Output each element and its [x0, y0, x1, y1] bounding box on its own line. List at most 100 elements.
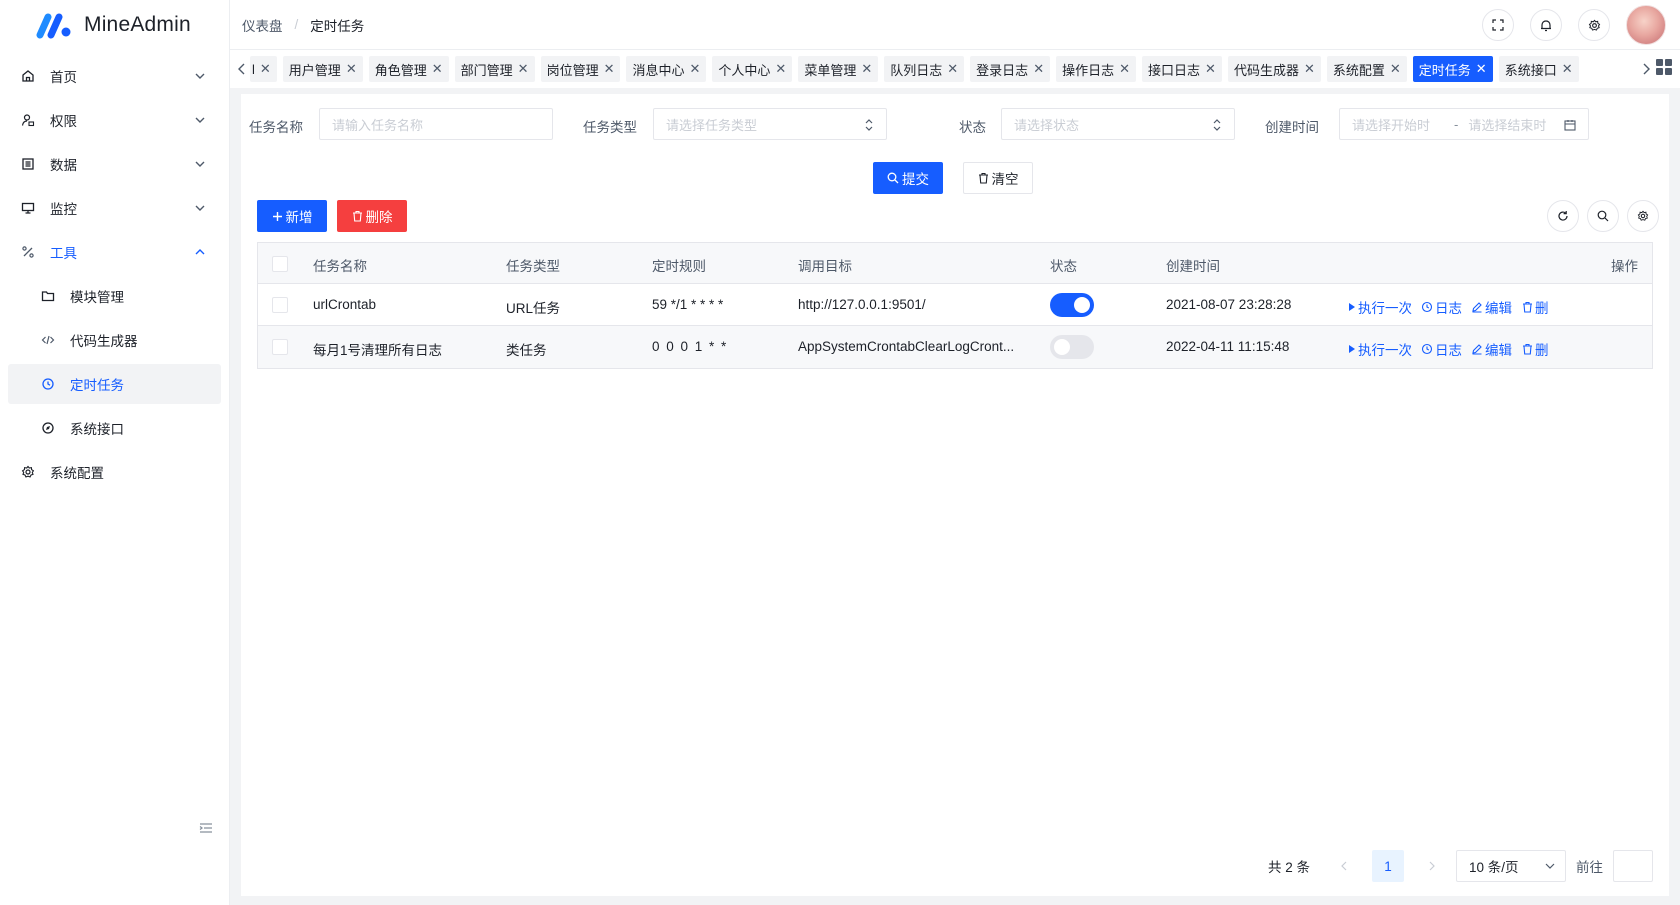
tabs-scroll-left-button[interactable]	[234, 56, 250, 82]
edit-label: 编辑	[1485, 301, 1512, 316]
tab-personal-center[interactable]: 个人中心 ✕	[712, 56, 793, 82]
sidebar-item-monitor[interactable]: 监控	[8, 188, 221, 228]
table-row: 每月1号清理所有日志 类任务 0 0 0 1 * * AppSystemCron…	[258, 326, 1652, 368]
sidebar-item-code-generator[interactable]: 代码生成器	[8, 320, 221, 360]
cell-rule: 0 0 0 1 * *	[652, 339, 728, 354]
toggle-search-button[interactable]	[1587, 200, 1619, 232]
edit-button[interactable]: 编辑	[1471, 297, 1512, 317]
page-size-select[interactable]: 10 条/页	[1456, 850, 1566, 882]
task-type-select[interactable]: 请选择任务类型	[653, 108, 887, 140]
page-number-1[interactable]: 1	[1372, 850, 1404, 882]
tab-menu-manage[interactable]: 菜单管理 ✕	[798, 56, 879, 82]
sidebar-item-home[interactable]: 首页	[8, 56, 221, 96]
column-header-target[interactable]: 调用目标	[798, 255, 852, 275]
status-switch[interactable]	[1050, 335, 1094, 359]
collapse-sidebar-icon[interactable]	[198, 821, 214, 835]
select-all-checkbox[interactable]	[272, 256, 288, 272]
tab-role-manage[interactable]: 角色管理 ✕	[368, 56, 449, 82]
logo[interactable]: MineAdmin	[0, 0, 229, 50]
add-label: 新增	[285, 210, 313, 225]
run-once-button[interactable]: 执行一次	[1348, 339, 1412, 359]
close-icon[interactable]: ✕	[346, 61, 357, 77]
run-once-button[interactable]: 执行一次	[1348, 297, 1412, 317]
chevron-right-icon	[1429, 861, 1435, 871]
close-icon[interactable]: ✕	[518, 61, 529, 77]
home-icon	[20, 68, 36, 84]
close-icon[interactable]: ✕	[1119, 61, 1130, 77]
prev-page-button[interactable]	[1328, 850, 1360, 882]
status-label: 状态	[959, 120, 986, 135]
close-icon[interactable]: ✕	[861, 61, 872, 77]
sidebar-item-module-manage[interactable]: 模块管理	[8, 276, 221, 316]
column-header-name[interactable]: 任务名称	[313, 255, 367, 275]
sidebar-item-data[interactable]: 数据	[8, 144, 221, 184]
log-button[interactable]: 日志	[1421, 297, 1462, 317]
tab-system-config[interactable]: 系统配置 ✕	[1326, 56, 1407, 82]
column-header-created[interactable]: 创建时间	[1166, 255, 1220, 275]
close-icon[interactable]: ✕	[1205, 61, 1216, 77]
breadcrumb-root[interactable]: 仪表盘	[242, 15, 283, 35]
tab-api-log[interactable]: 接口日志 ✕	[1142, 56, 1222, 82]
tabs-scroll-right-button[interactable]	[1638, 56, 1654, 82]
edit-label: 编辑	[1485, 343, 1512, 358]
tab-login-log[interactable]: 登录日志 ✕	[970, 56, 1051, 82]
sidebar-item-crontab[interactable]: 定时任务	[8, 364, 221, 404]
close-icon[interactable]: ✕	[775, 61, 786, 77]
tab-code-generator[interactable]: 代码生成器 ✕	[1227, 56, 1321, 82]
settings-button[interactable]	[1578, 9, 1610, 41]
bell-icon	[1541, 19, 1551, 31]
add-button[interactable]: 新增	[257, 200, 327, 232]
tab-oper-log[interactable]: 操作日志 ✕	[1056, 56, 1137, 82]
close-icon[interactable]: ✕	[1562, 61, 1573, 77]
close-icon[interactable]: ✕	[1304, 61, 1315, 77]
column-header-status[interactable]: 状态	[1050, 255, 1077, 275]
fullscreen-button[interactable]	[1482, 9, 1514, 41]
delete-button[interactable]: 删除	[337, 200, 407, 232]
delete-label: 删除	[365, 210, 393, 225]
trash-icon	[352, 210, 362, 222]
close-icon[interactable]: ✕	[432, 61, 443, 77]
status-select[interactable]: 请选择状态	[1001, 108, 1235, 140]
column-header-type[interactable]: 任务类型	[506, 255, 560, 275]
sidebar-item-system-config[interactable]: 系统配置	[8, 452, 221, 492]
tab-dept-manage[interactable]: 部门管理 ✕	[454, 56, 535, 82]
edit-button[interactable]: 编辑	[1471, 339, 1512, 359]
next-page-button[interactable]	[1416, 850, 1448, 882]
log-button[interactable]: 日志	[1421, 339, 1462, 359]
status-switch[interactable]	[1050, 293, 1094, 317]
table-settings-button[interactable]	[1627, 200, 1659, 232]
refresh-button[interactable]	[1547, 200, 1579, 232]
sidebar-item-permission[interactable]: 权限	[8, 100, 221, 140]
created-time-range[interactable]: 请选择开始时 - 请选择结束时	[1339, 108, 1589, 140]
close-icon[interactable]: ✕	[1390, 61, 1401, 77]
close-icon[interactable]: ✕	[947, 61, 958, 77]
submit-button[interactable]: 提交	[873, 162, 943, 194]
close-icon[interactable]: ✕	[260, 61, 271, 77]
reset-button[interactable]: 清空	[963, 162, 1033, 194]
tab-queue-log[interactable]: 队列日志 ✕	[884, 56, 965, 82]
goto-page-input[interactable]	[1613, 850, 1653, 882]
tab-post-manage[interactable]: 岗位管理 ✕	[540, 56, 621, 82]
avatar[interactable]	[1626, 5, 1666, 45]
tab-user-manage[interactable]: 用户管理 ✕	[282, 56, 363, 82]
close-icon[interactable]: ✕	[1033, 61, 1044, 77]
edit-icon	[1472, 302, 1482, 313]
row-delete-button[interactable]: 删	[1522, 339, 1549, 359]
task-name-input[interactable]: 请输入任务名称	[319, 108, 553, 140]
tab-crontab[interactable]: 定时任务 ✕	[1412, 56, 1493, 82]
tab-message-center[interactable]: 消息中心 ✕	[626, 56, 707, 82]
close-icon[interactable]: ✕	[604, 61, 615, 77]
column-header-rule[interactable]: 定时规则	[652, 255, 706, 275]
sidebar-item-tools[interactable]: 工具	[8, 232, 221, 272]
notification-button[interactable]	[1530, 9, 1562, 41]
tab-system-api[interactable]: 系统接口 ✕	[1498, 56, 1579, 82]
row-checkbox[interactable]	[272, 339, 288, 355]
tab-partial[interactable]: l ✕	[250, 56, 277, 82]
close-icon[interactable]: ✕	[690, 61, 701, 77]
sidebar-item-system-api[interactable]: 系统接口	[8, 408, 221, 448]
close-icon[interactable]: ✕	[1476, 61, 1487, 77]
row-delete-button[interactable]: 删	[1522, 297, 1549, 317]
row-checkbox[interactable]	[272, 297, 288, 313]
tabs-menu-grid-icon[interactable]	[1656, 59, 1672, 75]
sidebar-item-label: 代码生成器	[70, 334, 138, 349]
